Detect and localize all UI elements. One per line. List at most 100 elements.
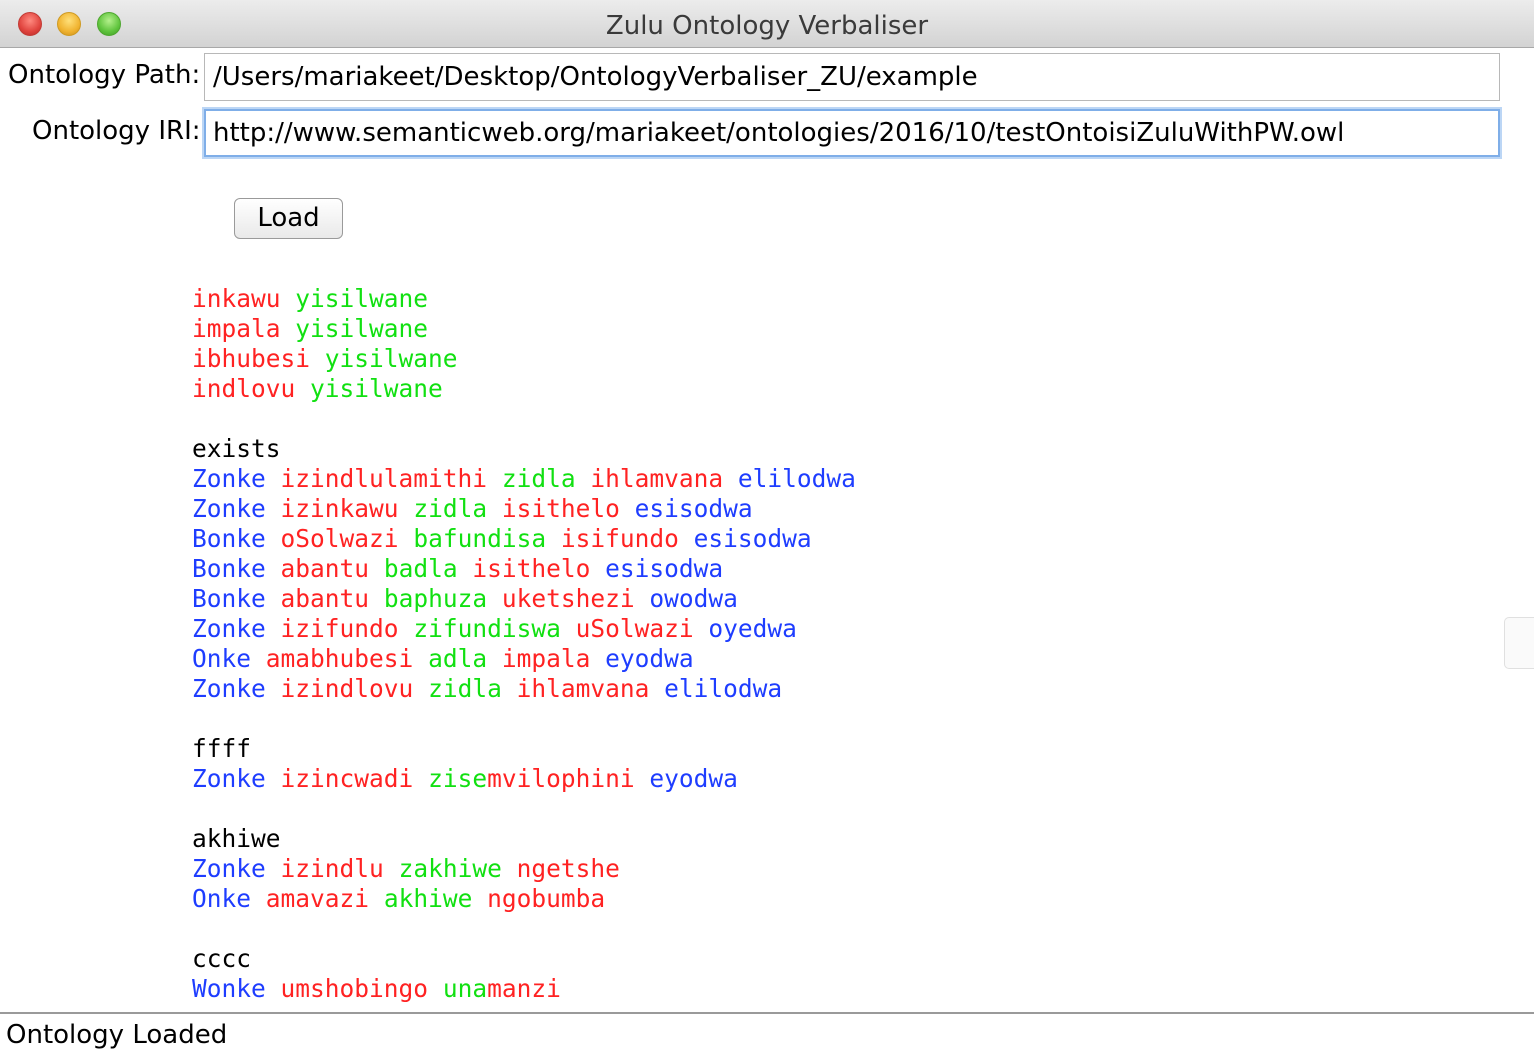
output-word: ibhubesi: [192, 344, 311, 373]
output-word: inkawu: [192, 284, 281, 313]
output-word: isifundo: [560, 524, 679, 553]
output-heading: ffff: [192, 734, 252, 763]
output-line: Zonke izindlu zakhiwe ngetshe: [192, 854, 1492, 884]
output-word: Zonke: [192, 764, 266, 793]
output-line: indlovu yisilwane: [192, 374, 1492, 404]
output-word: umshobingo: [280, 974, 429, 1003]
output-word: [502, 674, 517, 703]
output-word: [251, 644, 266, 673]
output-word: [399, 494, 414, 523]
output-word: [561, 614, 576, 643]
output-line: cccc: [192, 944, 1492, 974]
output-word: esisodwa: [693, 524, 812, 553]
window-title: Zulu Ontology Verbaliser: [605, 11, 929, 41]
output-word: bafundisa: [413, 524, 547, 553]
output-word: eyodwa: [605, 644, 694, 673]
output-word: [472, 884, 487, 913]
output-word: adla: [428, 644, 488, 673]
output-word: [281, 284, 296, 313]
output-word: amabhubesi: [265, 644, 414, 673]
output-word: yisilwane: [324, 344, 458, 373]
output-word: isithelo: [501, 494, 620, 523]
output-word: [635, 584, 650, 613]
output-word: [266, 524, 281, 553]
output-word: [694, 614, 709, 643]
output-heading: akhiwe: [192, 824, 281, 853]
output-word: [590, 554, 605, 583]
output-word: baphuza: [383, 584, 488, 613]
output-word: Bonke: [192, 554, 266, 583]
output-line: ffff: [192, 734, 1492, 764]
output-word: izinkawu: [280, 494, 399, 523]
output-word: zise: [428, 764, 488, 793]
output-word: yisilwane: [295, 284, 429, 313]
output-word: [369, 584, 384, 613]
output-word: isithelo: [472, 554, 591, 583]
output-word: izindlulamithi: [280, 464, 488, 493]
output-word: indlovu: [192, 374, 296, 403]
output-line: Wonke umshobingo unamanzi: [192, 974, 1492, 1004]
output-word: [487, 584, 502, 613]
output-line: Zonke izindlulamithi zidla ihlamvana eli…: [192, 464, 1492, 494]
output-word: yisilwane: [310, 374, 443, 403]
output-word: [266, 674, 281, 703]
output-word: abantu: [280, 584, 370, 613]
output-word: [266, 554, 281, 583]
output-word: zidla: [501, 464, 576, 493]
output-blank-line: [192, 794, 1492, 824]
output-word: esisodwa: [634, 494, 753, 523]
output-word: Onke: [192, 884, 252, 913]
output-word: [649, 674, 664, 703]
output-line: Zonke izincwadi zisemvilophini eyodwa: [192, 764, 1492, 794]
output-word: [266, 584, 281, 613]
output-word: zidla: [413, 494, 488, 523]
output-word: eyodwa: [649, 764, 738, 793]
output-heading: exists: [192, 434, 281, 463]
output-line: impala yisilwane: [192, 314, 1492, 344]
status-bar: Ontology Loaded: [0, 1012, 1534, 1052]
title-bar: Zulu Ontology Verbaliser: [0, 0, 1534, 48]
output-word: zakhiwe: [398, 854, 502, 883]
output-word: izindlu: [280, 854, 384, 883]
output-line: exists: [192, 434, 1492, 464]
output-word: [266, 464, 281, 493]
output-word: [679, 524, 694, 553]
output-word: [576, 464, 591, 493]
output-word: yisilwane: [295, 314, 429, 343]
output-blank-line: [192, 704, 1492, 734]
output-word: uSolwazi: [575, 614, 694, 643]
output-word: [310, 344, 325, 373]
output-line: Onke amabhubesi adla impala eyodwa: [192, 644, 1492, 674]
output-word: ngetshe: [516, 854, 620, 883]
output-word: Bonke: [192, 584, 266, 613]
ontology-path-field[interactable]: /Users/mariakeet/Desktop/OntologyVerbali…: [204, 53, 1500, 101]
output-word: owodwa: [649, 584, 738, 613]
output-word: izincwadi: [280, 764, 414, 793]
output-line: Zonke izindlovu zidla ihlamvana elilodwa: [192, 674, 1492, 704]
output-word: [487, 464, 502, 493]
output-word: uketshezi: [501, 584, 635, 613]
output-word: ngobumba: [487, 884, 606, 913]
output-word: elilodwa: [737, 464, 856, 493]
split-pane-handle[interactable]: [1504, 617, 1534, 669]
output-word: [369, 884, 384, 913]
output-word: [399, 524, 414, 553]
output-line: Zonke izifundo zifundiswa uSolwazi oyedw…: [192, 614, 1492, 644]
output-word: mvilophini: [487, 764, 635, 793]
ontology-iri-field[interactable]: http://www.semanticweb.org/mariakeet/ont…: [204, 109, 1500, 157]
ontology-path-label: Ontology Path:: [8, 60, 201, 90]
output-word: impala: [192, 314, 281, 343]
output-word: Onke: [192, 644, 252, 673]
output-word: [723, 464, 738, 493]
output-word: [266, 854, 281, 883]
output-word: [399, 614, 414, 643]
output-word: [413, 674, 428, 703]
output-line: Bonke oSolwazi bafundisa isifundo esisod…: [192, 524, 1492, 554]
load-button[interactable]: Load: [234, 198, 343, 239]
output-word: abantu: [280, 554, 370, 583]
output-word: [487, 494, 502, 523]
output-word: [281, 314, 296, 343]
output-word: [590, 644, 605, 673]
output-word: oyedwa: [708, 614, 797, 643]
output-word: elilodwa: [664, 674, 783, 703]
